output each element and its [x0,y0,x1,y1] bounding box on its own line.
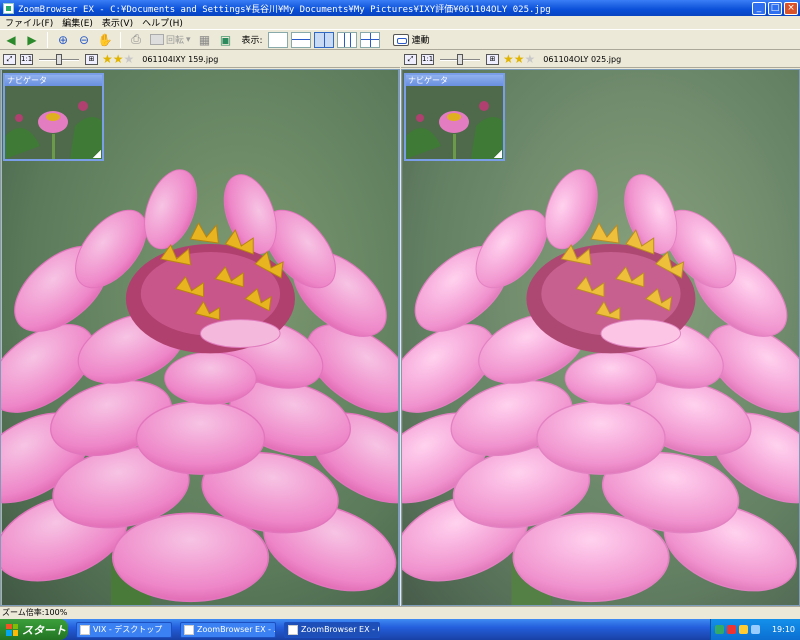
layout-quad-icon[interactable] [359,31,380,48]
fit-icon[interactable]: ⤢ [404,53,417,65]
sync-label: 連動 [411,36,430,46]
sync-icon [392,33,409,46]
right-image-pane: ⤢ 1:1 ⊞ ★★★ 061104OLY 025.jpg ナビゲータ [401,51,800,606]
task-label: ZoomBrowser EX - ... [197,625,276,634]
star-icon[interactable]: ★ [514,52,525,66]
task-label: ZoomBrowser EX - C... [301,625,379,634]
status-bar: ズーム倍率:100% [0,606,800,619]
minimize-button[interactable]: _ [752,1,766,15]
tray-security-icon[interactable] [727,625,736,634]
rotate-label: 回転 [166,36,185,46]
window-title: ZoomBrowser EX - C:¥Documents and Settin… [18,4,551,15]
right-navigator-title: ナビゲータ [406,75,503,86]
taskbar-item[interactable]: ZoomBrowser EX - ... [180,621,276,638]
zoom-max-icon[interactable]: ⊞ [85,53,98,65]
hand-tool-icon[interactable]: ✋ [96,32,114,48]
sync-button[interactable]: 連動 [392,33,430,46]
menu-bar: ファイル(F) 編集(E) 表示(V) ヘルプ(H) [0,16,800,29]
title-bar: ZoomBrowser EX - C:¥Documents and Settin… [0,0,800,16]
maximize-button[interactable]: □ [768,1,782,15]
zoom-max-icon[interactable]: ⊞ [486,53,499,65]
dropdown-arrow-icon: ▾ [186,34,191,45]
zoom-status: ズーム倍率:100% [2,608,68,617]
left-image-viewer[interactable]: ナビゲータ [0,69,400,606]
zoom-slider[interactable] [39,53,79,65]
right-rating[interactable]: ★★★ [503,53,535,66]
tray-ime-icon[interactable] [751,625,760,634]
toolbar-divider [47,31,48,48]
layout-label: 表示: [241,36,263,46]
left-image-pane: ⤢ 1:1 ⊞ ★★★ 061104IXY 159.jpg ナビゲータ [0,51,400,606]
taskbar: スタート VIX - デスクトップ ZoomBrowser EX - ... Z… [0,619,800,640]
menu-file[interactable]: ファイル(F) [2,16,59,29]
clock: 19:10 [771,625,795,634]
zoom-slider[interactable] [440,53,480,65]
task-label: VIX - デスクトップ [93,625,163,634]
tray-volume-icon[interactable] [739,625,748,634]
zoom-in-icon[interactable]: ⊕ [54,32,72,48]
taskbar-item-active[interactable]: ZoomBrowser EX - C... [284,621,380,638]
rotate-icon [150,34,164,45]
fit-icon[interactable]: ⤢ [3,53,16,65]
close-button[interactable]: × [784,1,798,15]
right-pane-bar: ⤢ 1:1 ⊞ ★★★ 061104OLY 025.jpg [401,51,800,68]
start-button[interactable]: スタート [0,619,68,640]
left-pane-bar: ⤢ 1:1 ⊞ ★★★ 061104IXY 159.jpg [0,51,400,68]
app-icon [184,624,194,635]
right-image-viewer[interactable]: ナビゲータ [401,69,800,606]
app-icon [3,2,14,14]
star-icon[interactable]: ★ [124,52,135,66]
menu-view[interactable]: 表示(V) [99,16,139,29]
actual-size-icon[interactable]: 1:1 [421,53,434,65]
windows-logo-icon [6,623,18,636]
grid-view-icon[interactable]: ▦ [196,32,214,48]
start-label: スタート [22,623,66,637]
right-filename: 061104OLY 025.jpg [543,54,622,64]
actual-size-icon[interactable]: 1:1 [20,53,33,65]
left-navigator[interactable]: ナビゲータ [3,73,104,161]
taskbar-item[interactable]: VIX - デスクトップ [76,621,172,638]
layout-vertical-split-icon[interactable] [313,31,334,48]
left-rating[interactable]: ★★★ [102,53,134,66]
rotate-button[interactable]: 回転 ▾ [148,33,193,46]
star-icon[interactable]: ★ [525,52,536,66]
left-filename: 061104IXY 159.jpg [142,54,219,64]
star-icon[interactable]: ★ [102,52,113,66]
tray-network-icon[interactable] [715,625,724,634]
forward-arrow-icon[interactable]: ▶ [23,32,41,48]
resize-corner-icon[interactable] [494,150,502,158]
left-navigator-thumbnail[interactable] [5,86,102,159]
menu-help[interactable]: ヘルプ(H) [139,16,189,29]
image-icon[interactable]: ▣ [217,32,235,48]
print-icon[interactable]: ⎙ [127,32,145,48]
star-icon[interactable]: ★ [503,52,514,66]
menu-edit[interactable]: 編集(E) [59,16,99,29]
app-icon [80,624,90,635]
star-icon[interactable]: ★ [113,52,124,66]
layout-three-column-icon[interactable] [336,31,357,48]
toolbar: ◀ ▶ ⊕ ⊖ ✋ ⎙ 回転 ▾ ▦ ▣ 表示: 連動 [0,29,800,50]
back-arrow-icon[interactable]: ◀ [2,32,20,48]
left-navigator-title: ナビゲータ [5,75,102,86]
right-navigator[interactable]: ナビゲータ [404,73,505,161]
app-icon [288,624,298,635]
layout-horizontal-split-icon[interactable] [290,31,311,48]
zoom-out-icon[interactable]: ⊖ [75,32,93,48]
system-tray: 19:10 [710,619,800,640]
resize-corner-icon[interactable] [93,150,101,158]
right-navigator-thumbnail[interactable] [406,86,503,159]
toolbar-divider [120,31,121,48]
layout-single-icon[interactable] [267,31,288,48]
